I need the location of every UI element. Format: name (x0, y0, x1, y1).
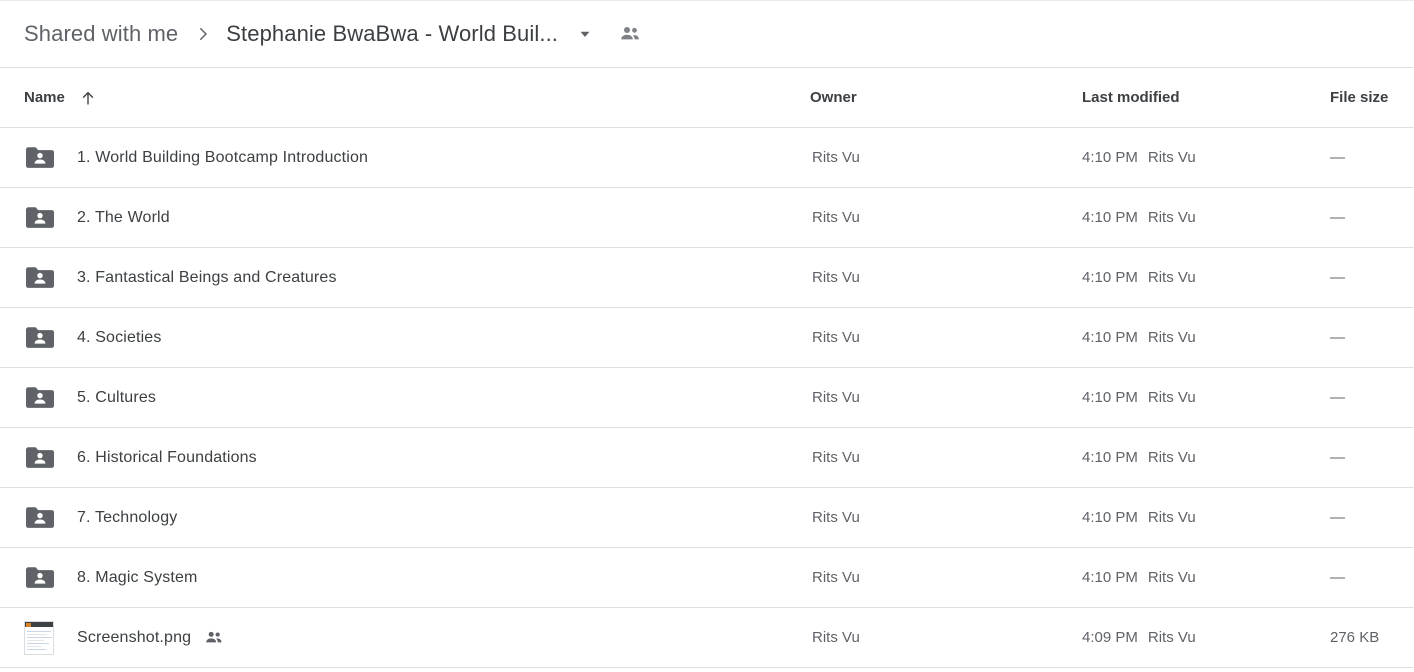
modified-by: Rits Vu (1147, 449, 1196, 466)
file-modified-cell: 4:10 PM Rits Vu (1082, 389, 1196, 406)
modified-time: 4:10 PM (1082, 449, 1138, 466)
modified-time: 4:10 PM (1082, 209, 1138, 226)
file-size-cell: — (1330, 269, 1345, 286)
shared-folder-icon (24, 381, 58, 415)
file-name-cell[interactable]: 4. Societies (24, 321, 162, 355)
shared-folder-icon (24, 561, 58, 595)
file-name-label: 7. Technology (77, 508, 178, 526)
modified-time: 4:10 PM (1082, 569, 1138, 586)
chevron-right-icon (194, 25, 212, 43)
file-owner-cell: Rits Vu (812, 209, 860, 226)
breadcrumb: Shared with me Stephanie BwaBwa - World … (0, 1, 1414, 68)
table-row[interactable]: 8. Magic System Rits Vu 4:10 PM Rits Vu — (0, 548, 1414, 608)
file-name-cell[interactable]: Screenshot.png (24, 620, 224, 655)
file-size-cell: — (1330, 389, 1345, 406)
column-header-name[interactable]: Name (24, 89, 97, 107)
file-name-cell[interactable]: 5. Cultures (24, 381, 156, 415)
modified-by: Rits Vu (1147, 389, 1196, 406)
file-modified-cell: 4:10 PM Rits Vu (1082, 449, 1196, 466)
image-thumbnail-icon (24, 620, 58, 655)
modified-time: 4:10 PM (1082, 389, 1138, 406)
modified-time: 4:10 PM (1082, 269, 1138, 286)
column-header-last-modified[interactable]: Last modified (1082, 89, 1180, 106)
modified-time: 4:10 PM (1082, 329, 1138, 346)
table-row[interactable]: 3. Fantastical Beings and Creatures Rits … (0, 248, 1414, 308)
file-size-cell: — (1330, 449, 1345, 466)
table-row[interactable]: 5. Cultures Rits Vu 4:10 PM Rits Vu — (0, 368, 1414, 428)
file-owner-cell: Rits Vu (812, 269, 860, 286)
file-size-cell: 276 KB (1330, 629, 1380, 646)
table-row[interactable]: 1. World Building Bootcamp Introduction R… (0, 128, 1414, 188)
file-size-cell: — (1330, 149, 1345, 166)
table-row[interactable]: 2. The World Rits Vu 4:10 PM Rits Vu — (0, 188, 1414, 248)
file-owner-cell: Rits Vu (812, 509, 860, 526)
file-modified-cell: 4:10 PM Rits Vu (1082, 569, 1196, 586)
file-name-cell[interactable]: 8. Magic System (24, 561, 198, 595)
file-name-label: 3. Fantastical Beings and Creatures (77, 268, 337, 286)
shared-folder-icon (24, 261, 58, 295)
file-name-label: 8. Magic System (77, 568, 198, 586)
modified-by: Rits Vu (1147, 209, 1196, 226)
file-list: 1. World Building Bootcamp Introduction R… (0, 128, 1414, 668)
shared-folder-icon (24, 441, 58, 475)
breadcrumb-shared-with-me[interactable]: Shared with me (24, 21, 178, 47)
file-owner-cell: Rits Vu (812, 149, 860, 166)
file-owner-cell: Rits Vu (812, 629, 860, 646)
modified-time: 4:10 PM (1082, 509, 1138, 526)
arrow-up-icon[interactable] (79, 89, 97, 107)
file-size-cell: — (1330, 569, 1345, 586)
table-row[interactable]: Screenshot.png Rits Vu 4:09 PM Rits Vu 276 K… (0, 608, 1414, 668)
file-size-cell: — (1330, 209, 1345, 226)
file-name-label: 2. The World (77, 208, 170, 226)
modified-time: 4:09 PM (1082, 629, 1138, 646)
column-header-owner[interactable]: Owner (810, 89, 857, 106)
file-name-cell[interactable]: 2. The World (24, 201, 170, 235)
file-modified-cell: 4:10 PM Rits Vu (1082, 149, 1196, 166)
table-row[interactable]: 6. Historical Foundations Rits Vu 4:10 PM R… (0, 428, 1414, 488)
modified-by: Rits Vu (1147, 269, 1196, 286)
file-name-cell[interactable]: 1. World Building Bootcamp Introduction (24, 141, 368, 175)
column-header-row: Name Owner Last modified File size (0, 68, 1414, 128)
file-name-cell[interactable]: 7. Technology (24, 501, 177, 535)
file-modified-cell: 4:10 PM Rits Vu (1082, 509, 1196, 526)
file-name-label: Screenshot.png (77, 628, 192, 646)
breadcrumb-current-folder[interactable]: Stephanie BwaBwa - World Buil... (226, 21, 558, 47)
file-size-cell: — (1330, 329, 1345, 346)
file-modified-cell: 4:10 PM Rits Vu (1082, 269, 1196, 286)
file-modified-cell: 4:10 PM Rits Vu (1082, 329, 1196, 346)
file-modified-cell: 4:10 PM Rits Vu (1082, 209, 1196, 226)
file-name-label: 5. Cultures (77, 388, 157, 406)
file-owner-cell: Rits Vu (812, 569, 860, 586)
modified-by: Rits Vu (1147, 629, 1196, 646)
shared-folder-icon (24, 501, 58, 535)
table-row[interactable]: 7. Technology Rits Vu 4:10 PM Rits Vu — (0, 488, 1414, 548)
modified-by: Rits Vu (1147, 329, 1196, 346)
file-owner-cell: Rits Vu (812, 389, 860, 406)
column-header-file-size[interactable]: File size (1330, 89, 1388, 106)
file-name-label: 6. Historical Foundations (77, 448, 257, 466)
file-name-label: 4. Societies (77, 328, 162, 346)
file-size-cell: — (1330, 509, 1345, 526)
file-name-cell[interactable]: 6. Historical Foundations (24, 441, 257, 475)
modified-by: Rits Vu (1147, 149, 1196, 166)
people-shared-icon[interactable] (618, 22, 642, 46)
chevron-down-icon[interactable] (576, 25, 594, 43)
table-row[interactable]: 4. Societies Rits Vu 4:10 PM Rits Vu — (0, 308, 1414, 368)
file-modified-cell: 4:09 PM Rits Vu (1082, 629, 1196, 646)
people-shared-icon (204, 628, 224, 648)
file-name-cell[interactable]: 3. Fantastical Beings and Creatures (24, 261, 337, 295)
modified-by: Rits Vu (1147, 569, 1196, 586)
file-owner-cell: Rits Vu (812, 449, 860, 466)
file-name-label: 1. World Building Bootcamp Introduction (77, 148, 369, 166)
drive-file-list-page: Shared with me Stephanie BwaBwa - World … (0, 0, 1414, 672)
shared-folder-icon (24, 321, 58, 355)
modified-time: 4:10 PM (1082, 149, 1138, 166)
column-header-name-label: Name (24, 89, 65, 106)
file-owner-cell: Rits Vu (812, 329, 860, 346)
shared-folder-icon (24, 141, 58, 175)
modified-by: Rits Vu (1147, 509, 1196, 526)
shared-folder-icon (24, 201, 58, 235)
